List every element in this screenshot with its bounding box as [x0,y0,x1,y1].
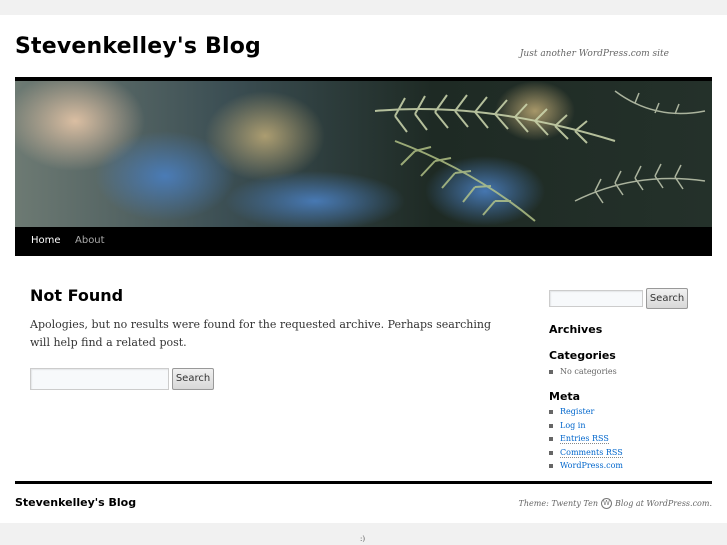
blog-credit-link[interactable]: Blog at WordPress.com. [615,499,712,508]
sidebar-search-input[interactable] [549,290,643,307]
list-item: Entries RSS [549,432,623,446]
no-categories-text: No categories [560,367,617,376]
content-search-input[interactable] [30,368,169,390]
site-title-link[interactable]: Stevenkelley's Blog [15,34,261,59]
categories-heading: Categories [549,349,616,362]
content-search-button[interactable]: Search [172,368,214,390]
header-banner-image [15,81,712,227]
theme-credit-link[interactable]: Theme: Twenty Ten [519,499,598,508]
categories-list: No categories [549,365,617,379]
archives-heading: Archives [549,323,603,336]
list-item: Log in [549,419,623,433]
meta-heading: Meta [549,390,581,403]
meta-list: Register Log in Entries RSS Comments RSS… [549,405,623,473]
wordpress-logo-icon: W [600,498,612,509]
nav-item-home[interactable]: Home [31,235,61,246]
sidebar-search-button[interactable]: Search [646,288,688,309]
footer-credit: Theme: Twenty Ten W Blog at WordPress.co… [519,498,712,509]
meta-link-wordpress-com[interactable]: WordPress.com [560,461,623,470]
list-item: WordPress.com [549,459,623,473]
main-navigation: Home About [15,227,712,256]
list-item: No categories [549,365,617,379]
meta-link-entries-rss[interactable]: Entries RSS [560,434,609,444]
page-title: Not Found [30,286,124,305]
meta-link-register[interactable]: Register [560,407,594,416]
list-item: Register [549,405,623,419]
nav-item-about[interactable]: About [75,235,105,246]
site-description: Just another WordPress.com site [519,49,669,59]
meta-link-comments-rss[interactable]: Comments RSS [560,447,623,458]
list-item: Comments RSS [549,446,623,460]
footer-site-title-link[interactable]: Stevenkelley's Blog [15,496,136,509]
footer-rule [15,481,712,484]
page-wrapper: Stevenkelley's Blog Just another WordPre… [0,15,727,523]
not-found-message: Apologies, but no results were found for… [30,318,492,349]
stats-smiley: :) [360,535,366,543]
meta-link-log-in[interactable]: Log in [560,421,586,430]
